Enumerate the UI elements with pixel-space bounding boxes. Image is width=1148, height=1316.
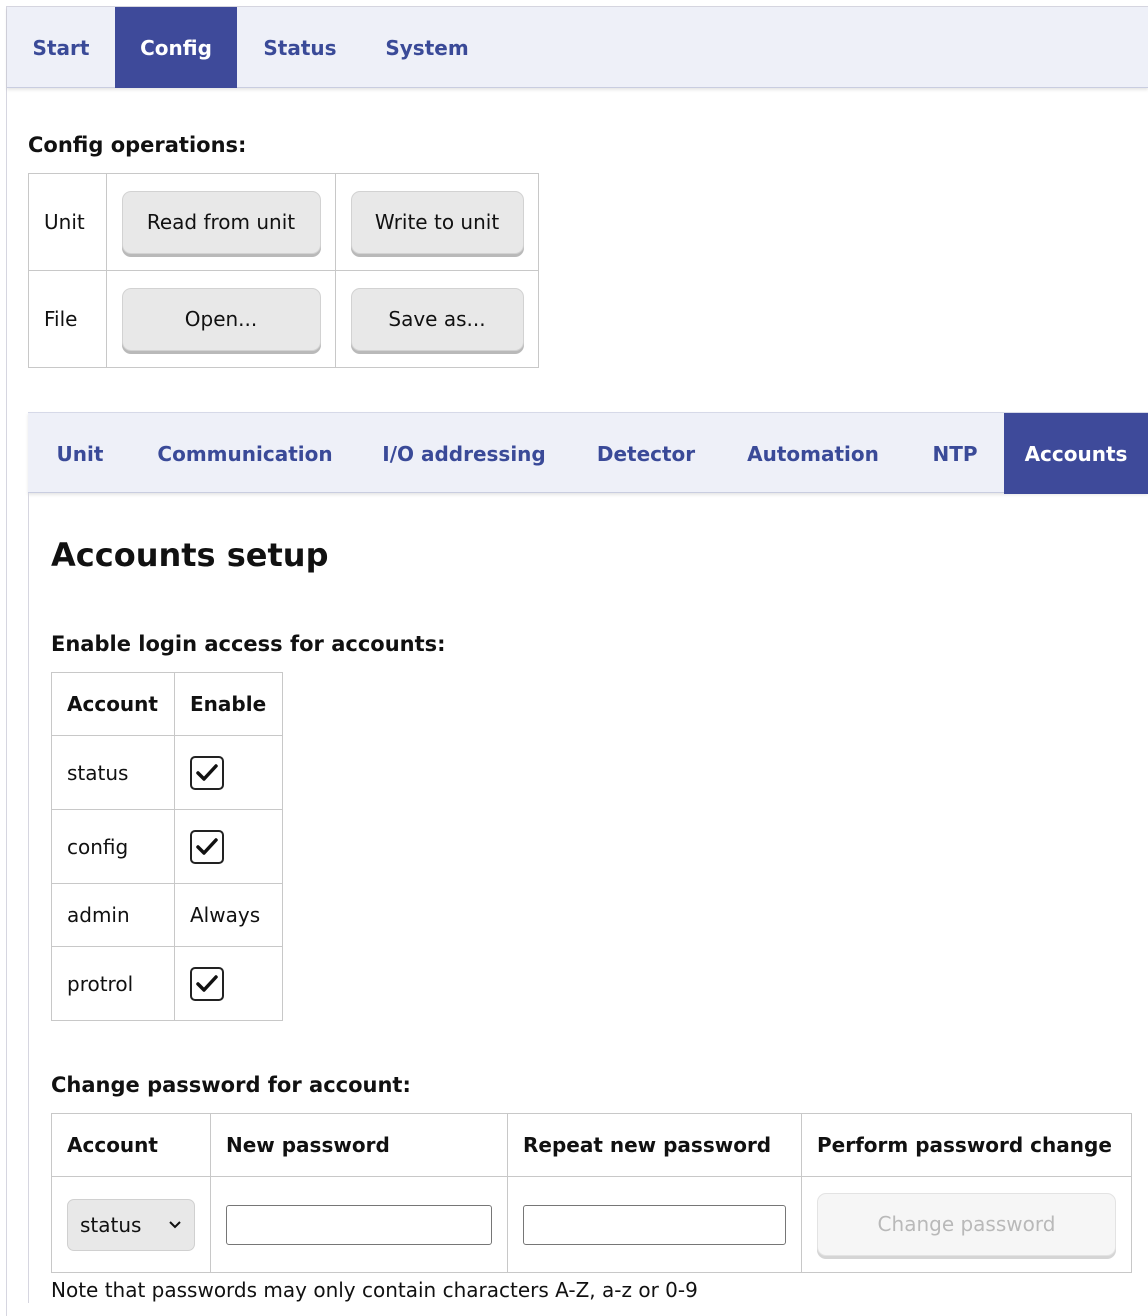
new-password-cell xyxy=(210,1176,508,1273)
tab-ntp[interactable]: NTP xyxy=(920,413,990,494)
change-password-title: Change password for account: xyxy=(51,1073,411,1097)
repeat-password-cell xyxy=(507,1176,802,1273)
table-row: status xyxy=(51,735,283,810)
ops-row-label: File xyxy=(28,270,107,368)
enable-cell xyxy=(174,946,283,1021)
account-select-value: status xyxy=(80,1212,142,1237)
change-password-cell: Change password xyxy=(801,1176,1132,1273)
tab-accounts[interactable]: Accounts xyxy=(1004,413,1148,494)
content-border xyxy=(28,493,29,1303)
header-new-password: New password xyxy=(210,1113,508,1177)
table-row: protrol xyxy=(51,946,283,1021)
header-account: Account xyxy=(51,672,175,736)
tab-system[interactable]: System xyxy=(373,7,481,88)
ops-row-unit: Unit Read from unit Write to unit xyxy=(28,173,539,271)
enable-status-checkbox[interactable] xyxy=(190,755,224,790)
checkmark-icon xyxy=(196,837,218,855)
save-as-button[interactable]: Save as... xyxy=(350,287,524,351)
tab-config[interactable]: Config xyxy=(115,7,237,88)
table-header-row: Account New password Repeat new password… xyxy=(51,1113,1132,1177)
enable-config-checkbox[interactable] xyxy=(190,829,224,864)
ops-cell: Write to unit xyxy=(335,173,539,271)
new-password-input[interactable] xyxy=(226,1204,492,1245)
tab-automation[interactable]: Automation xyxy=(736,413,890,494)
account-select-cell: status xyxy=(51,1176,211,1273)
accounts-heading: Accounts setup xyxy=(51,536,329,574)
write-to-unit-button[interactable]: Write to unit xyxy=(350,190,524,254)
header-account: Account xyxy=(51,1113,211,1177)
read-from-unit-button[interactable]: Read from unit xyxy=(121,190,321,254)
config-sub-nav: Unit Communication I/O addressing Detect… xyxy=(28,412,1148,494)
table-row: status Change password xyxy=(51,1176,1132,1273)
account-select[interactable]: status xyxy=(67,1198,195,1251)
enable-cell xyxy=(174,809,283,884)
enable-login-title: Enable login access for accounts: xyxy=(51,632,446,656)
ops-row-file: File Open... Save as... xyxy=(28,270,539,368)
open-file-button[interactable]: Open... xyxy=(121,287,321,351)
tab-unit[interactable]: Unit xyxy=(40,413,120,494)
tab-status[interactable]: Status xyxy=(249,7,351,88)
header-repeat-password: Repeat new password xyxy=(507,1113,802,1177)
enable-always-text: Always xyxy=(174,883,283,947)
checkmark-icon xyxy=(196,974,218,992)
checkmark-icon xyxy=(196,763,218,781)
header-enable: Enable xyxy=(174,672,283,736)
table-row: config xyxy=(51,809,283,884)
config-operations-title: Config operations: xyxy=(28,133,247,157)
ops-row-label: Unit xyxy=(28,173,107,271)
header-perform-change: Perform password change xyxy=(801,1113,1132,1177)
ops-cell: Save as... xyxy=(335,270,539,368)
enable-login-table: Account Enable status config admin Alway… xyxy=(51,672,283,1021)
account-name: config xyxy=(51,809,175,884)
table-header-row: Account Enable xyxy=(51,672,283,736)
tab-detector[interactable]: Detector xyxy=(586,413,706,494)
password-note: Note that passwords may only contain cha… xyxy=(51,1278,698,1302)
tab-io-addressing[interactable]: I/O addressing xyxy=(372,413,556,494)
tab-communication[interactable]: Communication xyxy=(148,413,342,494)
enable-protrol-checkbox[interactable] xyxy=(190,966,224,1001)
change-password-table: Account New password Repeat new password… xyxy=(51,1113,1132,1273)
enable-cell xyxy=(174,735,283,810)
ops-cell: Open... xyxy=(106,270,336,368)
table-row: admin Always xyxy=(51,883,283,947)
chevron-down-icon xyxy=(169,1220,181,1228)
change-password-button[interactable]: Change password xyxy=(817,1193,1116,1256)
account-name: admin xyxy=(51,883,175,947)
config-operations-table: Unit Read from unit Write to unit File O… xyxy=(28,173,539,368)
repeat-password-input[interactable] xyxy=(523,1204,786,1245)
top-nav: Start Config Status System xyxy=(7,7,1148,88)
account-name: protrol xyxy=(51,946,175,1021)
tab-start[interactable]: Start xyxy=(16,7,106,88)
ops-cell: Read from unit xyxy=(106,173,336,271)
account-name: status xyxy=(51,735,175,810)
